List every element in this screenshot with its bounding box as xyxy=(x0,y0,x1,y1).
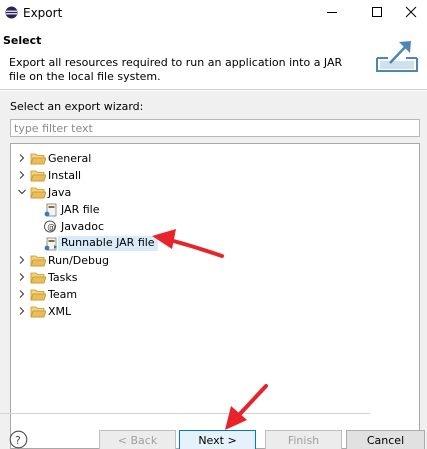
folder-icon xyxy=(30,289,46,301)
eclipse-app-icon xyxy=(5,6,18,19)
help-icon[interactable]: ? xyxy=(9,430,28,449)
tree-item-xml[interactable]: XML xyxy=(11,303,211,320)
minimize-icon xyxy=(327,12,337,13)
title-bar: Export xyxy=(0,0,427,26)
cancel-button[interactable]: Cancel xyxy=(346,430,425,449)
tree-item-runnable-jar-file[interactable]: Runnable JAR file xyxy=(11,235,231,252)
runnable-jar-icon xyxy=(44,237,57,251)
wizard-header: Select Export all resources required to … xyxy=(0,26,427,90)
export-wizard-banner-icon xyxy=(376,41,418,72)
button-bar-divider xyxy=(0,413,370,414)
tree-item-jar-file[interactable]: JAR file xyxy=(11,201,211,218)
finish-button[interactable]: Finish xyxy=(265,430,342,449)
tree-item-general[interactable]: General xyxy=(11,150,211,167)
wizard-list-label: Select an export wizard: xyxy=(10,100,144,113)
tree-item-label: Install xyxy=(48,169,82,182)
wizard-tree[interactable]: General Install Java JAR file @ Javadoc … xyxy=(10,143,420,449)
tree-item-label: General xyxy=(48,152,92,165)
chevron-down-icon[interactable] xyxy=(17,187,27,197)
tree-item-label: Javadoc xyxy=(61,220,104,233)
tree-item-label: Run/Debug xyxy=(48,254,109,267)
svg-text:?: ? xyxy=(15,434,21,447)
folder-icon xyxy=(30,255,46,267)
chevron-right-icon[interactable] xyxy=(17,272,27,282)
minimize-button[interactable] xyxy=(312,0,352,26)
javadoc-icon: @ xyxy=(44,220,56,233)
tree-item-label: Java xyxy=(48,186,72,199)
tree-item-javadoc[interactable]: @ Javadoc xyxy=(11,218,211,235)
folder-icon xyxy=(30,306,46,318)
folder-icon xyxy=(30,272,46,284)
folder-icon xyxy=(30,170,46,182)
chevron-right-icon[interactable] xyxy=(17,289,27,299)
jar-file-icon xyxy=(44,203,57,217)
tree-item-label: Tasks xyxy=(48,271,78,284)
page-description: Export all resources required to run an … xyxy=(9,56,343,83)
chevron-right-icon[interactable] xyxy=(17,153,27,163)
close-icon xyxy=(405,6,417,18)
tree-item-install[interactable]: Install xyxy=(11,167,211,184)
svg-text:@: @ xyxy=(47,223,55,232)
page-title: Select xyxy=(3,34,42,47)
next-button[interactable]: Next > xyxy=(179,430,256,449)
folder-icon xyxy=(30,153,46,165)
folder-icon xyxy=(30,187,46,199)
tree-item-run-debug[interactable]: Run/Debug xyxy=(11,252,211,269)
tree-item-label: Team xyxy=(48,288,78,301)
filter-input[interactable] xyxy=(10,119,420,137)
back-button[interactable]: < Back xyxy=(99,430,176,449)
maximize-icon xyxy=(372,7,382,17)
tree-item-label: XML xyxy=(48,305,72,318)
tree-item-team[interactable]: Team xyxy=(11,286,211,303)
chevron-right-icon[interactable] xyxy=(17,255,27,265)
close-button[interactable] xyxy=(395,0,427,26)
tree-item-java[interactable]: Java xyxy=(11,184,211,201)
maximize-button[interactable] xyxy=(356,0,396,26)
chevron-right-icon[interactable] xyxy=(17,170,27,180)
window-title: Export xyxy=(23,6,63,20)
chevron-right-icon[interactable] xyxy=(17,306,27,316)
tree-item-label: JAR file xyxy=(61,203,100,216)
tree-item-label: Runnable JAR file xyxy=(58,236,158,251)
tree-item-tasks[interactable]: Tasks xyxy=(11,269,211,286)
wizard-body: Select an export wizard: General Install… xyxy=(0,91,427,449)
